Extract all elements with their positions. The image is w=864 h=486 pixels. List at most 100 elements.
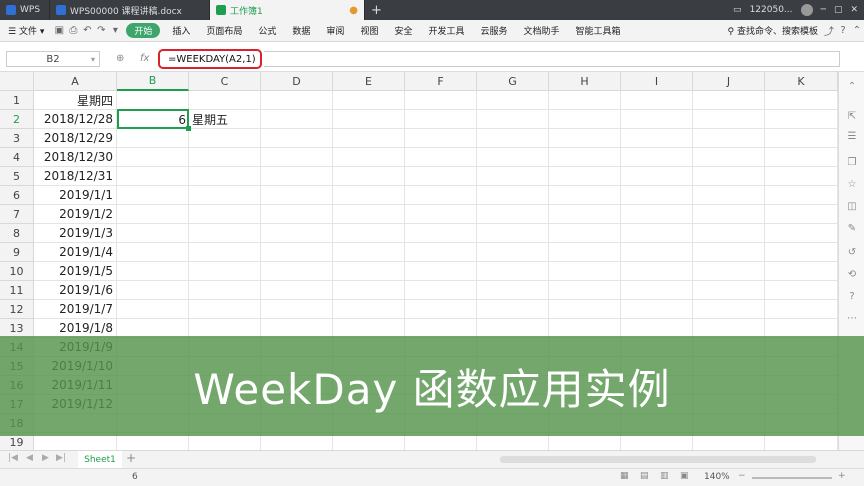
- collapse-ribbon-icon[interactable]: ⌃: [850, 24, 864, 38]
- col-header-b[interactable]: B: [117, 72, 189, 91]
- file-menu[interactable]: ☰ 文件 ▾: [0, 24, 52, 37]
- layers-icon[interactable]: ◫: [846, 200, 858, 212]
- undo-icon[interactable]: ↶: [80, 24, 94, 38]
- cell-f7[interactable]: [405, 205, 477, 224]
- cell-g4[interactable]: [477, 148, 549, 167]
- cell-g6[interactable]: [477, 186, 549, 205]
- cell-f10[interactable]: [405, 262, 477, 281]
- cell-j5[interactable]: [693, 167, 765, 186]
- cell-d8[interactable]: [261, 224, 333, 243]
- cell-h3[interactable]: [549, 129, 621, 148]
- cell-k12[interactable]: [765, 300, 838, 319]
- cell-e12[interactable]: [333, 300, 405, 319]
- user-id[interactable]: 122050...: [750, 5, 793, 15]
- cell-g3[interactable]: [477, 129, 549, 148]
- cell-e2[interactable]: [333, 110, 405, 129]
- cell-f8[interactable]: [405, 224, 477, 243]
- cell-c4[interactable]: [189, 148, 261, 167]
- row-header-6[interactable]: 6: [0, 186, 34, 205]
- cell-h5[interactable]: [549, 167, 621, 186]
- row-header-3[interactable]: 3: [0, 129, 34, 148]
- print-icon[interactable]: ⎙: [66, 24, 80, 38]
- menu-formula[interactable]: 公式: [250, 24, 284, 37]
- tablet-mode-icon[interactable]: ▭: [733, 5, 742, 15]
- view-page-icon[interactable]: ▥: [660, 471, 669, 481]
- cell-c10[interactable]: [189, 262, 261, 281]
- close-tab-icon[interactable]: ●: [349, 5, 358, 16]
- chevron-up-icon[interactable]: ⌃: [846, 80, 858, 92]
- cell-j6[interactable]: [693, 186, 765, 205]
- cell-e4[interactable]: [333, 148, 405, 167]
- cell-i8[interactable]: [621, 224, 693, 243]
- cell-b10[interactable]: [117, 262, 189, 281]
- command-search[interactable]: ⚲ 查找命令、搜索模板: [720, 24, 822, 37]
- cell-f3[interactable]: [405, 129, 477, 148]
- more-icon[interactable]: ▾: [108, 24, 122, 38]
- cell-g12[interactable]: [477, 300, 549, 319]
- close-window-icon[interactable]: ✕: [850, 5, 858, 15]
- cell-h4[interactable]: [549, 148, 621, 167]
- cell-e10[interactable]: [333, 262, 405, 281]
- cell-h9[interactable]: [549, 243, 621, 262]
- cell-i11[interactable]: [621, 281, 693, 300]
- col-header-g[interactable]: G: [477, 72, 549, 91]
- cell-e9[interactable]: [333, 243, 405, 262]
- cell-a1[interactable]: 星期四: [34, 91, 117, 110]
- cell-k2[interactable]: [765, 110, 838, 129]
- horizontal-scrollbar[interactable]: [500, 456, 816, 463]
- cell-i2[interactable]: [621, 110, 693, 129]
- cell-h11[interactable]: [549, 281, 621, 300]
- row-header-10[interactable]: 10: [0, 262, 34, 281]
- col-header-i[interactable]: I: [621, 72, 693, 91]
- cell-f2[interactable]: [405, 110, 477, 129]
- zoom-slider[interactable]: [752, 477, 832, 479]
- view-reading-icon[interactable]: ▣: [680, 471, 689, 481]
- more-sidebar-icon[interactable]: ⋯: [846, 312, 858, 324]
- sheet-tab-sheet1[interactable]: Sheet1: [78, 451, 122, 468]
- maximize-icon[interactable]: ▢: [834, 5, 843, 15]
- menu-page-layout[interactable]: 页面布局: [198, 24, 250, 37]
- fill-handle[interactable]: [186, 126, 191, 131]
- col-header-f[interactable]: F: [405, 72, 477, 91]
- add-sheet-button[interactable]: +: [126, 451, 136, 465]
- cell-i1[interactable]: [621, 91, 693, 110]
- help-sidebar-icon[interactable]: ?: [846, 290, 858, 302]
- workbook-tab[interactable]: 工作簿1 ●: [210, 0, 365, 20]
- cell-h7[interactable]: [549, 205, 621, 224]
- style-icon[interactable]: ✎: [846, 222, 858, 234]
- cell-j4[interactable]: [693, 148, 765, 167]
- menu-security[interactable]: 安全: [386, 24, 420, 37]
- star-icon[interactable]: ☆: [846, 178, 858, 190]
- cell-c8[interactable]: [189, 224, 261, 243]
- menu-developer[interactable]: 开发工具: [420, 24, 472, 37]
- cell-g1[interactable]: [477, 91, 549, 110]
- cell-b8[interactable]: [117, 224, 189, 243]
- cell-j3[interactable]: [693, 129, 765, 148]
- col-header-e[interactable]: E: [333, 72, 405, 91]
- cell-h12[interactable]: [549, 300, 621, 319]
- col-header-h[interactable]: H: [549, 72, 621, 91]
- cell-c2[interactable]: 星期五: [189, 110, 261, 129]
- share-sidebar-icon[interactable]: ⟲: [846, 268, 858, 280]
- history-icon[interactable]: ↺: [846, 246, 858, 258]
- next-sheet-icon[interactable]: ▶: [42, 453, 49, 463]
- cell-f4[interactable]: [405, 148, 477, 167]
- cell-k4[interactable]: [765, 148, 838, 167]
- cell-a9[interactable]: 2019/1/4: [34, 243, 117, 262]
- cell-j1[interactable]: [693, 91, 765, 110]
- cell-i3[interactable]: [621, 129, 693, 148]
- cell-d3[interactable]: [261, 129, 333, 148]
- cell-f12[interactable]: [405, 300, 477, 319]
- cell-d6[interactable]: [261, 186, 333, 205]
- cell-a10[interactable]: 2019/1/5: [34, 262, 117, 281]
- cell-a11[interactable]: 2019/1/6: [34, 281, 117, 300]
- zoom-in-icon[interactable]: +: [838, 471, 846, 481]
- zoom-level[interactable]: 140%: [704, 472, 730, 482]
- cell-f5[interactable]: [405, 167, 477, 186]
- cell-j9[interactable]: [693, 243, 765, 262]
- row-header-1[interactable]: 1: [0, 91, 34, 110]
- cell-a12[interactable]: 2019/1/7: [34, 300, 117, 319]
- menu-review[interactable]: 审阅: [318, 24, 352, 37]
- cell-b11[interactable]: [117, 281, 189, 300]
- cell-e11[interactable]: [333, 281, 405, 300]
